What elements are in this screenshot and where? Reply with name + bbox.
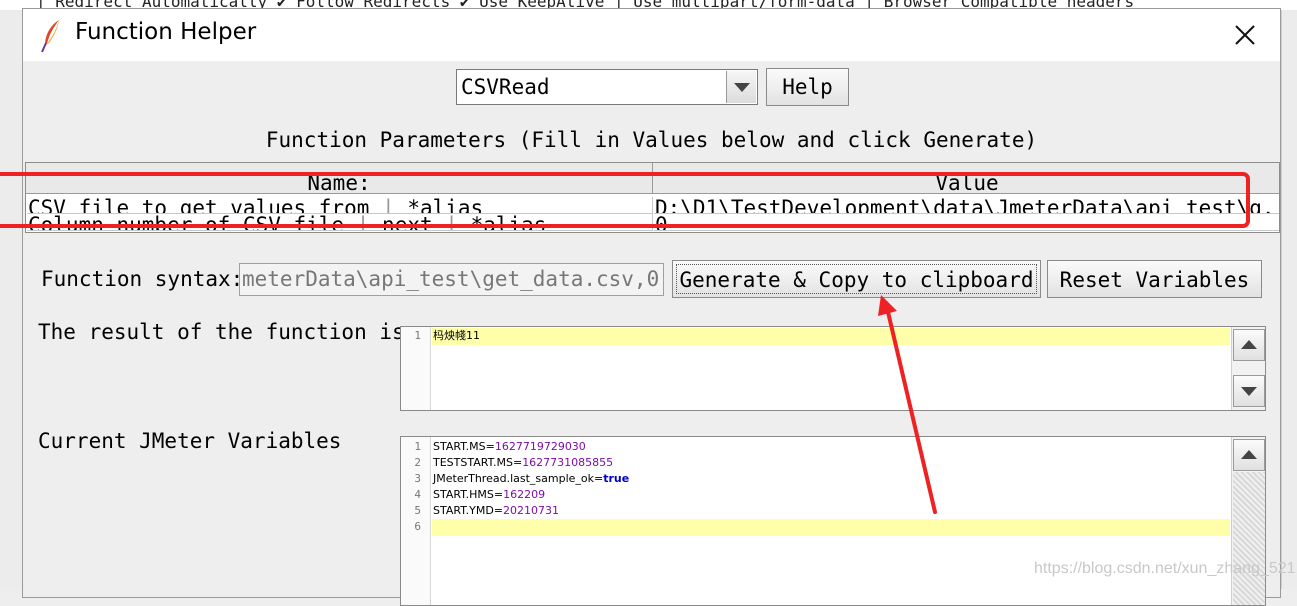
annotation-highlight-box — [0, 172, 1250, 228]
title-bar: Function Helper — [23, 9, 1280, 61]
variable-line: TESTSTART.MS=1627731085855 — [433, 455, 613, 471]
watermark-text: https://blog.csdn.net/xun_zhang_521 — [1034, 560, 1296, 577]
variable-key: TESTSTART.MS= — [433, 456, 523, 469]
function-helper-dialog: Function Helper CSVRead Help Function Pa… — [22, 8, 1281, 606]
scrollbar-track[interactable] — [1233, 472, 1265, 605]
variable-line: START.YMD=20210731 — [433, 503, 559, 519]
current-line-highlight — [432, 328, 1230, 345]
feather-icon — [41, 20, 59, 53]
variable-key: START.YMD= — [433, 504, 504, 517]
chevron-down-icon[interactable] — [726, 71, 756, 103]
line-number: 3 — [414, 472, 421, 485]
generate-copy-button[interactable]: Generate & Copy to clipboard — [672, 260, 1041, 298]
variable-value: 1627719729030 — [494, 440, 586, 453]
line-number: 2 — [414, 456, 421, 469]
variable-line: START.MS=1627719729030 — [433, 439, 586, 455]
variable-key: START.MS= — [433, 440, 495, 453]
background-window-right — [1281, 10, 1297, 589]
result-label: The result of the function is — [38, 320, 405, 344]
line-number: 4 — [414, 488, 421, 501]
line-number: 6 — [414, 520, 421, 533]
variable-key: START.HMS= — [433, 488, 504, 501]
scroll-up-icon[interactable] — [1233, 329, 1265, 361]
variables-editor[interactable]: 1 START.MS=1627719729030 2 TESTSTART.MS=… — [400, 436, 1266, 606]
variable-line: START.HMS=162209 — [433, 487, 545, 503]
result-editor[interactable]: 1 杩炴帴11 — [400, 326, 1266, 411]
result-scrollbar[interactable] — [1231, 327, 1265, 410]
variable-value: 162209 — [503, 488, 546, 501]
line-number: 1 — [414, 440, 421, 453]
current-line-highlight — [432, 519, 1230, 536]
variables-scrollbar[interactable] — [1231, 437, 1265, 605]
variable-line: JMeterThread.last_sample_ok=true — [433, 471, 629, 487]
reset-variables-button[interactable]: Reset Variables — [1047, 260, 1262, 298]
variable-value: true — [603, 472, 630, 485]
function-syntax-label: Function syntax: — [41, 267, 244, 291]
result-text: 杩炴帴11 — [433, 329, 480, 342]
line-number: 1 — [414, 329, 421, 342]
close-icon[interactable] — [1223, 17, 1267, 53]
function-syntax-field[interactable]: meterData\api_test\get_data.csv,0)} — [239, 263, 664, 296]
line-number: 5 — [414, 504, 421, 517]
variable-value: 20210731 — [503, 504, 560, 517]
dialog-title: Function Helper — [75, 19, 257, 45]
scroll-down-icon[interactable] — [1233, 375, 1265, 407]
scroll-up-icon[interactable] — [1233, 439, 1265, 471]
variables-label: Current JMeter Variables — [38, 429, 342, 453]
params-caption: Function Parameters (Fill in Values belo… — [265, 128, 1038, 152]
help-button[interactable]: Help — [766, 68, 849, 106]
background-window-left — [0, 10, 23, 589]
variable-value: 1627731085855 — [522, 456, 614, 469]
function-select-value: CSVRead — [461, 75, 550, 99]
function-select[interactable]: CSVRead — [456, 69, 758, 105]
variable-key: JMeterThread.last_sample_ok= — [433, 472, 604, 485]
